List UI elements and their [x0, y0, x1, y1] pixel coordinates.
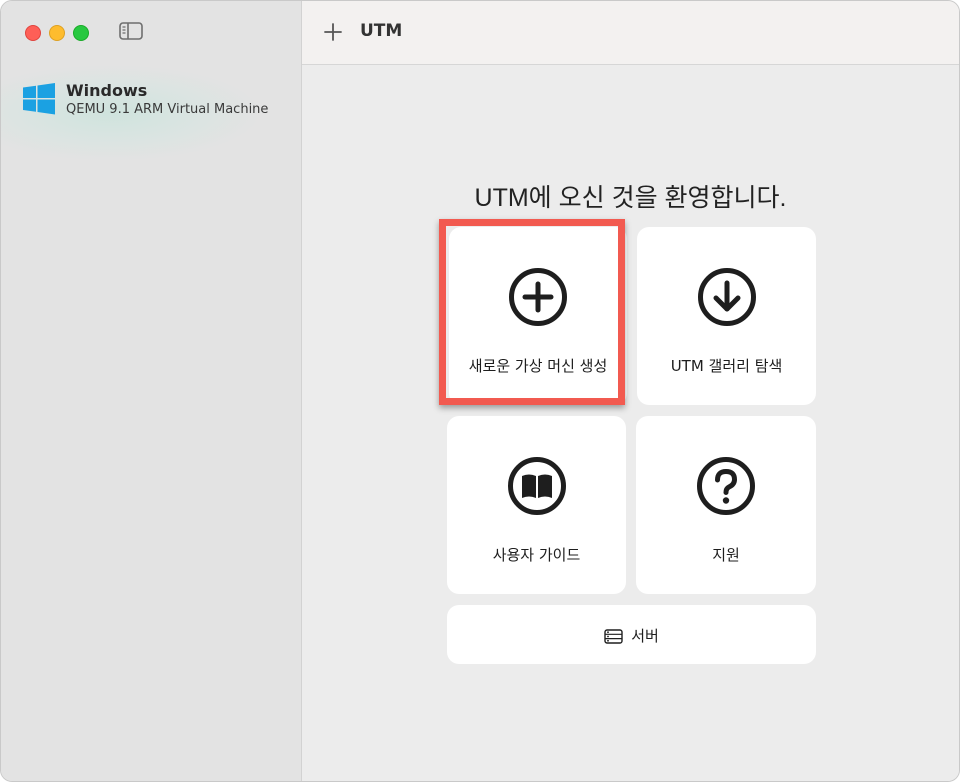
vm-description: QEMU 9.1 ARM Virtual Machine — [66, 102, 269, 117]
welcome-heading: UTM에 오신 것을 환영합니다. — [474, 184, 787, 212]
browse-gallery-button[interactable]: UTM 갤러리 탐색 — [637, 227, 816, 405]
user-guide-label: 사용자 가이드 — [492, 546, 581, 564]
vm-name: Windows — [66, 81, 148, 100]
server-button[interactable]: 서버 — [447, 605, 816, 664]
download-circle-icon — [697, 268, 756, 326]
question-circle-icon — [697, 457, 755, 515]
support-label: 지원 — [712, 546, 740, 564]
close-window-button[interactable] — [25, 25, 41, 41]
maximize-window-button[interactable] — [73, 25, 89, 41]
minimize-window-button[interactable] — [49, 25, 65, 41]
add-vm-plus-icon[interactable] — [322, 21, 344, 43]
sidebar-toggle-icon[interactable] — [119, 21, 143, 41]
windows-logo-icon — [23, 83, 55, 115]
support-button[interactable]: 지원 — [636, 416, 816, 594]
create-vm-label: 새로운 가상 머신 생성 — [468, 357, 608, 375]
toolbar: UTM — [302, 1, 959, 65]
user-guide-button[interactable]: 사용자 가이드 — [447, 416, 626, 594]
server-icon — [604, 629, 623, 644]
vm-list-item-windows[interactable]: Windows QEMU 9.1 ARM Virtual Machine — [1, 65, 301, 161]
welcome-panel: UTM에 오신 것을 환영합니다. 새로운 가상 머신 생성 UTM 갤러리 탐… — [302, 65, 959, 781]
server-label: 서버 — [631, 627, 659, 645]
book-icon — [507, 457, 566, 515]
utm-window: Windows QEMU 9.1 ARM Virtual Machine UTM… — [0, 0, 960, 782]
browse-gallery-label: UTM 갤러리 탐색 — [670, 357, 783, 375]
create-vm-button[interactable]: 새로운 가상 머신 생성 — [449, 227, 627, 405]
sidebar: Windows QEMU 9.1 ARM Virtual Machine — [1, 1, 302, 781]
window-title: UTM — [360, 21, 403, 41]
plus-circle-icon — [509, 268, 567, 326]
